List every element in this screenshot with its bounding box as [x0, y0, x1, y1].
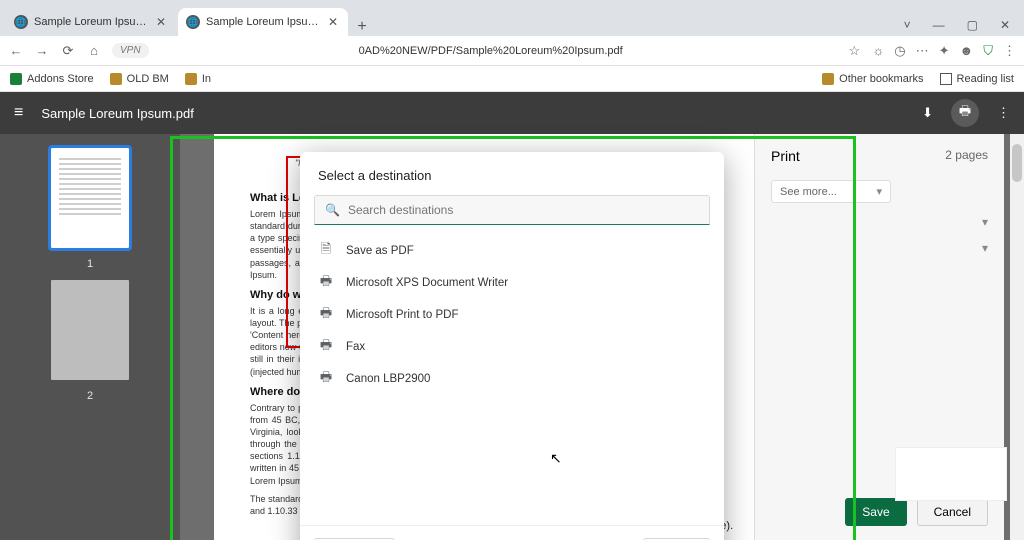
bookmark-addons[interactable]: Addons Store [10, 73, 94, 85]
destination-xps-writer[interactable]: 🖶 Microsoft XPS Document Writer [306, 267, 718, 299]
search-icon: 🔍 [325, 203, 340, 217]
bookmark-label: Other bookmarks [839, 73, 923, 85]
globe-icon: 🌐 [14, 15, 28, 29]
close-window-button[interactable]: ✕ [1000, 18, 1010, 32]
chevron-down-icon[interactable]: ▾ [982, 241, 988, 255]
printer-icon: 🖶 [318, 304, 334, 326]
menu-icon[interactable]: ⋮ [1003, 43, 1016, 59]
page-thumbnail-2[interactable] [51, 280, 129, 380]
maximize-button[interactable]: ▢ [967, 18, 978, 32]
destination-label: Microsoft XPS Document Writer [346, 277, 508, 289]
shield-icon[interactable]: ⛉ [983, 43, 993, 59]
ext-icon[interactable]: ◷ [894, 43, 905, 59]
print-icon[interactable]: 🖶 [951, 99, 979, 127]
hamburger-icon[interactable]: ≡ [14, 104, 23, 122]
close-icon[interactable]: ✕ [328, 15, 338, 29]
reload-button[interactable]: ⟳ [60, 43, 76, 59]
browser-toolbar: ← → ⟳ ⌂ VPN 0AD%20NEW/PDF/Sample%20Loreu… [0, 36, 1024, 66]
select-destination-dialog: Select a destination 🔍 🗎 Save as PDF 🖶 M… [300, 152, 724, 540]
chevron-down-icon[interactable]: ˅ [904, 18, 911, 32]
profile-icon[interactable]: ☻ [960, 43, 974, 59]
destination-label: Microsoft Print to PDF [346, 309, 458, 321]
globe-icon: 🌐 [186, 15, 200, 29]
pdf-title: Sample Loreum Ipsum.pdf [41, 106, 193, 121]
pdf-toolbar: ≡ Sample Loreum Ipsum.pdf ⬇ 🖶 ⋮ [0, 92, 1024, 134]
blank-overlay [896, 448, 1006, 500]
more-icon[interactable]: ⋮ [997, 105, 1010, 121]
destination-fax[interactable]: 🖶 Fax [306, 331, 718, 363]
home-button[interactable]: ⌂ [86, 43, 102, 58]
destination-ms-print-to-pdf[interactable]: 🖶 Microsoft Print to PDF [306, 299, 718, 331]
ext-icon[interactable]: ⋯ [916, 43, 929, 59]
tab-title: Sample Loreum Ipsum.pdf [34, 16, 148, 28]
destination-canon-lbp2900[interactable]: 🖶 Canon LBP2900 [306, 363, 718, 395]
printer-icon: 🖶 [318, 272, 334, 294]
tab-1[interactable]: 🌐 Sample Loreum Ipsum.pdf ✕ [6, 8, 176, 36]
minimize-button[interactable]: — [933, 18, 945, 32]
printer-icon: 🖶 [318, 368, 334, 390]
dialog-title: Select a destination [300, 152, 724, 193]
bookmark-label: OLD BM [127, 73, 169, 85]
other-bookmarks[interactable]: Other bookmarks [822, 73, 923, 85]
file-icon: 🗎 [318, 240, 334, 262]
tab-title: Sample Loreum Ipsum.pdf [206, 16, 320, 28]
destination-label: Save as PDF [346, 245, 414, 257]
chevron-down-icon[interactable]: ▾ [982, 215, 988, 229]
reading-list[interactable]: Reading list [940, 73, 1014, 85]
vpn-chip[interactable]: VPN [112, 43, 149, 58]
extensions-icon[interactable]: ✦ [939, 43, 950, 59]
print-title: Print [771, 148, 800, 164]
search-destinations-field[interactable]: 🔍 [314, 195, 710, 225]
bookmark-label: Addons Store [27, 73, 94, 85]
page-thumbnail-1[interactable] [51, 148, 129, 248]
search-input[interactable] [348, 203, 699, 217]
download-icon[interactable]: ⬇ [922, 105, 933, 121]
bookmark-label: In [202, 73, 211, 85]
bookmark-old[interactable]: OLD BM [110, 73, 169, 85]
bookmarks-bar: Addons Store OLD BM In Other bookmarks R… [0, 66, 1024, 92]
thumbnail-sidebar: 1 2 [0, 134, 180, 540]
destination-save-as-pdf[interactable]: 🗎 Save as PDF [306, 235, 718, 267]
close-icon[interactable]: ✕ [156, 15, 166, 29]
chevron-down-icon: ▾ [876, 185, 882, 198]
tabstrip: 🌐 Sample Loreum Ipsum.pdf ✕ 🌐 Sample Lor… [0, 8, 1024, 36]
address-bar[interactable]: 0AD%20NEW/PDF/Sample%20Loreum%20Ipsum.pd… [159, 45, 837, 57]
see-more-dropdown[interactable]: See more... ▾ [771, 180, 891, 203]
ext-icon[interactable]: ☼ [872, 43, 884, 59]
destination-label: Canon LBP2900 [346, 373, 430, 385]
forward-button[interactable]: → [34, 43, 50, 58]
bookmark-label: Reading list [957, 73, 1014, 85]
dropdown-label: See more... [780, 186, 837, 198]
star-icon[interactable]: ☆ [846, 43, 862, 59]
thumbnail-number: 2 [87, 390, 93, 402]
back-button[interactable]: ← [8, 43, 24, 58]
destination-label: Fax [346, 341, 365, 353]
printer-icon: 🖶 [318, 336, 334, 358]
destination-list: 🗎 Save as PDF 🖶 Microsoft XPS Document W… [300, 231, 724, 399]
thumbnail-number: 1 [87, 258, 93, 270]
tab-2[interactable]: 🌐 Sample Loreum Ipsum.pdf ✕ [178, 8, 348, 36]
bookmark-in[interactable]: In [185, 73, 211, 85]
vertical-scrollbar[interactable] [1010, 134, 1024, 540]
page-count: 2 pages [945, 148, 988, 164]
new-tab-button[interactable]: + [350, 18, 374, 36]
